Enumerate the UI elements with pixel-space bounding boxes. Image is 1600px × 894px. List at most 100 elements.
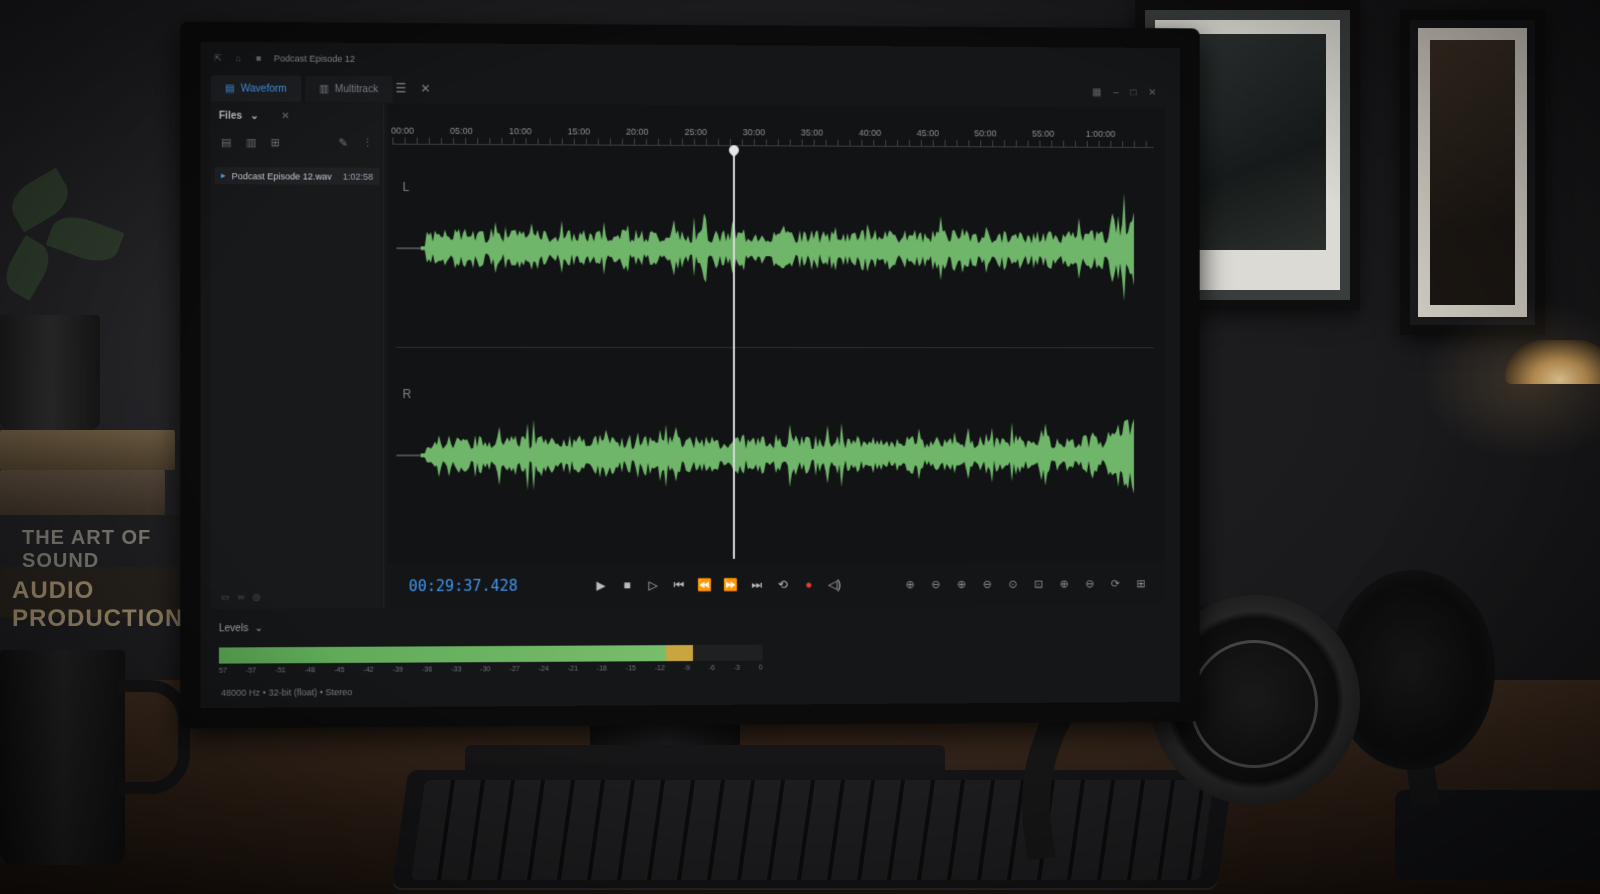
- meter-scale-label: -57: [246, 667, 257, 675]
- skip-to-start-icon[interactable]: ⏮: [666, 578, 692, 593]
- ruler-tick-label: 50:00: [974, 128, 997, 139]
- ruler-tick-label: 45:00: [916, 128, 939, 139]
- playhead[interactable]: [726, 143, 742, 559]
- menu-icon[interactable]: ☰: [395, 81, 406, 95]
- edit-icon[interactable]: ✎: [339, 136, 348, 149]
- ruler-tick-label: 00:00: [391, 125, 414, 136]
- chevron-down-icon[interactable]: ⌄: [254, 623, 263, 634]
- file-duration: 1:02:58: [342, 171, 374, 182]
- desk-lamp: [1505, 340, 1600, 384]
- meter-scale-label: -24: [538, 665, 549, 673]
- channel-right[interactable]: R: [396, 351, 1153, 560]
- fast-forward-icon[interactable]: ⏩: [718, 578, 744, 592]
- meter-scale-label: -33: [451, 666, 462, 674]
- minimize-icon[interactable]: –: [1113, 87, 1118, 98]
- meter-scale-label: -51: [275, 667, 286, 675]
- import-icon[interactable]: ▥: [246, 136, 257, 149]
- close-icon[interactable]: ✕: [420, 81, 430, 95]
- level-meter-peak: [665, 645, 693, 662]
- file-list-item[interactable]: ▸ Podcast Episode 12.wav 1:02:58: [214, 167, 380, 185]
- zoom-fit-icon[interactable]: ⊞: [1130, 577, 1152, 590]
- meter-scale-label: -3: [733, 664, 740, 672]
- tab-waveform[interactable]: ▤ Waveform: [210, 75, 301, 102]
- book-spine-title: AUDIO PRODUCTION: [0, 567, 200, 632]
- plant-pot: [0, 315, 100, 430]
- link-icon[interactable]: ∞: [238, 592, 245, 603]
- status-format: 48000 Hz • 32-bit (float) • Stereo: [220, 687, 353, 698]
- tab-label: Waveform: [240, 82, 287, 95]
- play-icon[interactable]: ▷: [640, 578, 666, 592]
- title-bar: ⇱ ⌂ ■ Podcast Episode 12: [201, 42, 1180, 80]
- channel-label-left: L: [402, 179, 410, 195]
- loop-icon[interactable]: ⟲: [770, 578, 796, 592]
- ruler-tick-label: 30:00: [742, 127, 766, 138]
- zoom-out-amplitude-icon[interactable]: ⊖: [925, 578, 947, 591]
- meter-scale-label: -9: [683, 665, 690, 673]
- insert-icon[interactable]: ⊞: [271, 136, 280, 149]
- book: [0, 470, 165, 515]
- transport-bar: 00:29:37.428 ▶ ■ ▷ ⏮ ⏪ ⏩ ⏭ ⟲ ● ◁) ⊕ ⊖ ⊕ …: [388, 561, 1166, 609]
- multitrack-icon: ▥: [319, 83, 329, 95]
- meter-scale-label: -36: [421, 666, 433, 674]
- folder-icon[interactable]: ▭: [221, 592, 230, 603]
- wall-picture-frame: [1400, 10, 1545, 335]
- meter-scale-label: -15: [625, 665, 636, 673]
- levels-title[interactable]: Levels: [219, 623, 248, 634]
- more-icon[interactable]: ⋮: [362, 136, 373, 149]
- timeline-ruler[interactable]: 00:00 05:00 10:00 15:00 20:00 25:00 30:00 35:00…: [388, 103, 1165, 149]
- channel-left[interactable]: L: [396, 152, 1153, 346]
- book: [0, 430, 175, 470]
- meter-scale-label: -42: [363, 666, 374, 674]
- ruler-tick-label: 35:00: [800, 127, 824, 138]
- home-icon[interactable]: ⌂: [233, 53, 243, 63]
- speaker-icon[interactable]: ◁): [822, 577, 848, 591]
- mug-handle: [118, 680, 190, 794]
- audio-editor-window: ⇱ ⌂ ■ Podcast Episode 12 ▤ Waveform ▥ Mu…: [200, 41, 1181, 709]
- info-icon[interactable]: ◎: [252, 592, 260, 603]
- files-panel: Files ⌄ ✕ ▤ ▥ ⊞ ✎ ⋮ ▸ Podcast Episode 12…: [210, 102, 385, 610]
- book-spine-title: THE ART OF SOUND: [0, 515, 190, 572]
- waveform-shape: [420, 190, 1134, 301]
- zoom-full-icon[interactable]: ⊙: [1002, 577, 1024, 590]
- zoom-out-time-icon[interactable]: ⊖: [976, 577, 998, 590]
- ruler-tick-label: 1:00:00: [1085, 128, 1116, 139]
- waveform-shape: [420, 418, 1134, 496]
- waveform-editor[interactable]: 00:00 05:00 10:00 15:00 20:00 25:00 30:00 35:00…: [388, 103, 1166, 565]
- ruler-tick-label: 25:00: [684, 126, 707, 138]
- files-panel-header: Files ⌄ ✕: [211, 102, 384, 130]
- record-icon[interactable]: ●: [796, 578, 822, 592]
- file-name: Podcast Episode 12.wav: [231, 170, 332, 182]
- view-tabs: ▤ Waveform ▥ Multitrack: [210, 75, 393, 103]
- panel-icon[interactable]: ▦: [1092, 87, 1101, 98]
- close-icon[interactable]: ✕: [1148, 88, 1156, 99]
- meter-scale-label: -30: [480, 666, 491, 674]
- rewind-icon[interactable]: ⏪: [692, 578, 718, 592]
- stop-icon[interactable]: ■: [614, 578, 640, 592]
- new-file-icon[interactable]: ▤: [221, 136, 232, 149]
- play-from-start-icon[interactable]: ▶: [588, 578, 614, 592]
- meter-scale-label: 57: [218, 667, 227, 675]
- close-icon[interactable]: ✕: [281, 111, 290, 122]
- collapse-icon[interactable]: ⇱: [213, 53, 223, 63]
- files-panel-title[interactable]: Files: [219, 111, 242, 122]
- zoom-toolbar: ⊕ ⊖ ⊕ ⊖ ⊙ ⊡ ⊕ ⊖ ⟳ ⊞: [899, 577, 1152, 591]
- chevron-down-icon[interactable]: ⌄: [250, 111, 259, 122]
- tab-multitrack[interactable]: ▥ Multitrack: [304, 75, 393, 103]
- lock-icon: ■: [255, 53, 262, 64]
- zoom-in-time-icon[interactable]: ⊕: [951, 577, 973, 590]
- tab-tools: ☰ ✕: [395, 81, 430, 95]
- meter-scale-label: -6: [708, 664, 715, 672]
- meter-scale-label: 0: [758, 664, 763, 672]
- tab-label: Multitrack: [334, 83, 379, 95]
- maximize-icon[interactable]: □: [1131, 87, 1137, 98]
- meter-scale-label: -48: [304, 667, 316, 675]
- zoom-selection-icon[interactable]: ⊡: [1028, 577, 1050, 590]
- current-time-display[interactable]: 00:29:37.428: [409, 576, 570, 596]
- skip-to-end-icon[interactable]: ⏭: [744, 577, 770, 592]
- zoom-out-icon[interactable]: ⊖: [1079, 577, 1101, 590]
- zoom-in-amplitude-icon[interactable]: ⊕: [899, 578, 921, 591]
- zoom-reset-icon[interactable]: ⟳: [1104, 577, 1126, 590]
- channel-label-right: R: [402, 387, 412, 402]
- waveform-right: [396, 418, 1134, 496]
- zoom-in-icon[interactable]: ⊕: [1053, 577, 1075, 590]
